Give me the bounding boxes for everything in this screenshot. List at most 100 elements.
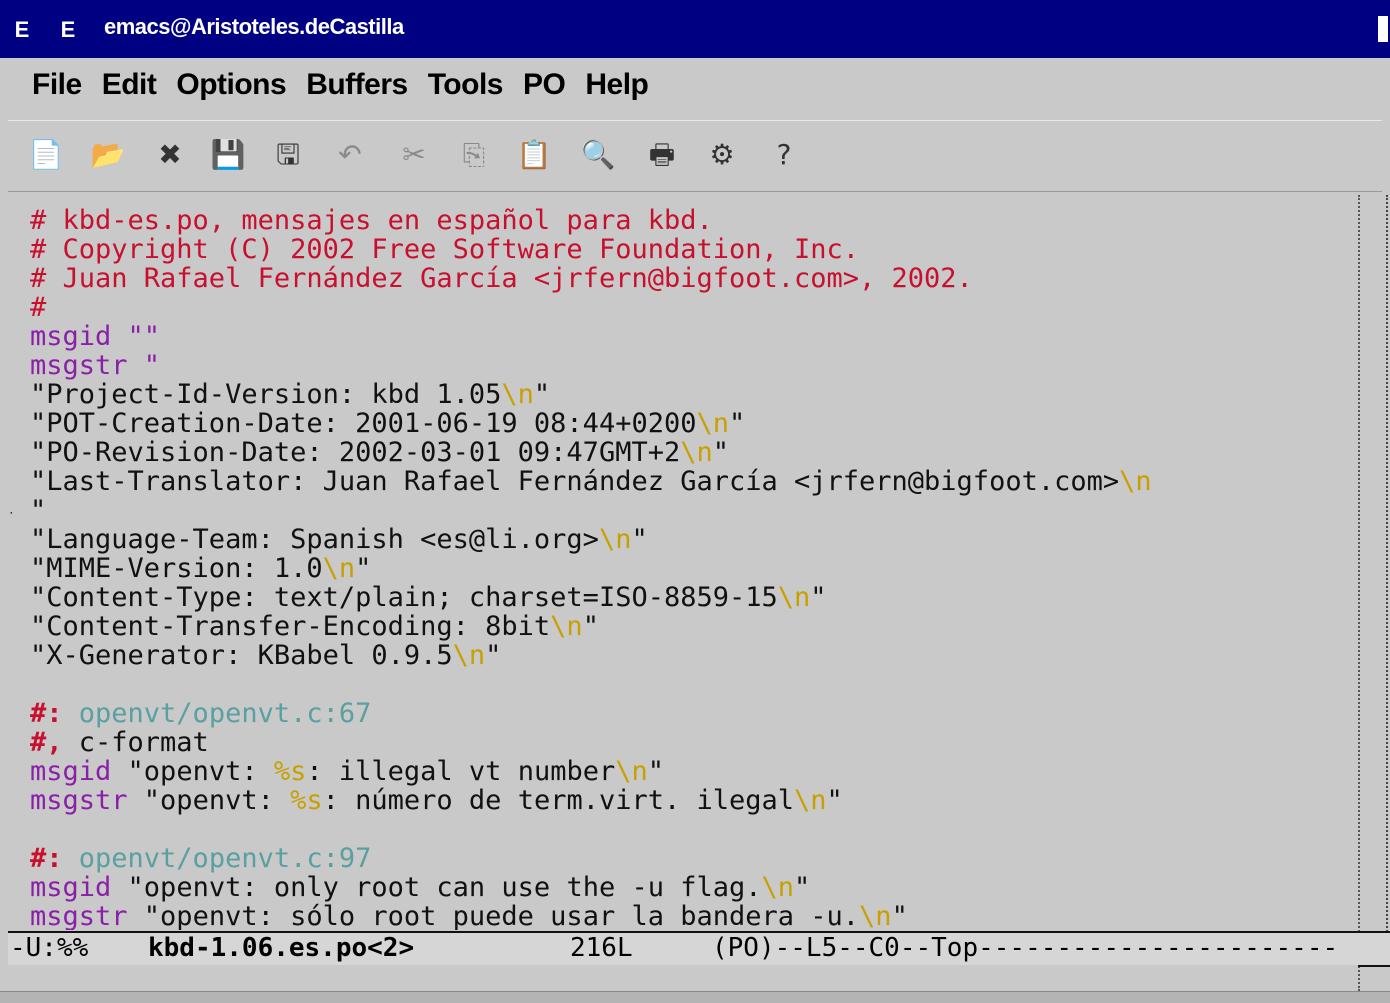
- copy-icon[interactable]: ⎘: [454, 135, 494, 175]
- open-file-icon[interactable]: 📄: [26, 135, 66, 175]
- buffer-text: # kbd-es.po, mensajes en español para kb…: [30, 205, 713, 236]
- window-e-button[interactable]: E: [54, 16, 82, 44]
- buffer-text: "openvt:: [127, 756, 274, 787]
- buffer-text: # Copyright (C) 2002 Free Software Found…: [30, 234, 860, 265]
- buffer-text: "Content-Transfer-Encoding: 8bit: [30, 611, 551, 642]
- buffer-line: msgid "openvt: only root can use the -u …: [30, 873, 810, 902]
- paste-icon[interactable]: 📋: [514, 135, 554, 175]
- buffer-text: \n: [550, 611, 583, 642]
- menu-buffers[interactable]: Buffers: [306, 68, 408, 102]
- menu-po[interactable]: PO: [523, 68, 566, 102]
- buffer-text: msgstr ": [30, 350, 161, 381]
- buffer-line: #: openvt/openvt.c:67: [30, 699, 371, 728]
- buffer-text: ": [631, 524, 648, 555]
- vertical-scrollbar[interactable]: [1358, 195, 1388, 991]
- buffer-text: "Language-Team: Spanish <es@li.org>: [30, 524, 599, 555]
- help-icon[interactable]: ?: [764, 135, 804, 175]
- horizontal-scrollbar[interactable]: [0, 991, 1390, 1003]
- buffer-text: # Juan Rafael Fernández García <jrfern@b…: [30, 263, 973, 294]
- buffer-text: \n: [1119, 466, 1152, 497]
- buffer-text: "Project-Id-Version: kbd 1.05: [30, 379, 502, 410]
- buffer-line: "Project-Id-Version: kbd 1.05\n": [30, 380, 550, 409]
- buffer-text: ": [582, 611, 599, 642]
- print-icon[interactable]: 🖶: [642, 135, 682, 175]
- buffer-line: # kbd-es.po, mensajes en español para kb…: [30, 206, 713, 235]
- close-icon[interactable]: ✖: [150, 135, 190, 175]
- buffer-text: \n: [761, 872, 795, 903]
- menu-file[interactable]: File: [32, 68, 82, 102]
- buffer-text: #:: [30, 698, 63, 729]
- menu-edit[interactable]: Edit: [102, 68, 157, 102]
- buffer-text: ": [891, 901, 908, 930]
- buffer-text: \n: [452, 640, 486, 671]
- buffer-line: "Language-Team: Spanish <es@li.org>\n": [30, 525, 648, 554]
- save-icon[interactable]: 💾: [208, 135, 248, 175]
- buffer-text: \n: [859, 901, 892, 930]
- buffer-text: \n: [680, 437, 713, 468]
- buffer-text: "openvt: only root can use the -u flag.: [127, 872, 762, 903]
- buffer-line: msgstr "openvt: %s: número de term.virt.…: [30, 786, 843, 815]
- buffer-text: ": [647, 756, 665, 787]
- buffer-text: "Content-Type: text/plain; charset=ISO-8…: [30, 582, 778, 613]
- buffer-text: msgid: [30, 872, 128, 903]
- buffer-text: : número de term.virt. ilegal: [322, 785, 795, 816]
- menu-options[interactable]: Options: [176, 68, 286, 102]
- tool-bar: 📄 📂 ✖ 💾 🖫 ↶ ✂ ⎘ 📋 🔍 🖶 ⚙?: [8, 120, 1382, 192]
- buffer-text: \n: [322, 553, 356, 584]
- buffer-text: \n: [794, 785, 827, 816]
- menu-help[interactable]: Help: [585, 68, 649, 102]
- buffer-line: "X-Generator: KBabel 0.9.5\n": [30, 641, 501, 670]
- buffer-text: openvt/openvt.c:97: [62, 843, 372, 874]
- buffer-text: %s: [290, 785, 323, 816]
- buffer-text: ": [30, 495, 47, 526]
- buffer-text: #,: [30, 727, 63, 758]
- search-icon[interactable]: 🔍: [578, 135, 618, 175]
- buffer-text: ": [355, 553, 372, 584]
- buffer-text: "openvt: sólo root puede usar la bandera…: [143, 901, 860, 930]
- buffer-line: #, c-format: [30, 728, 209, 757]
- buffer-text: msgstr: [30, 785, 144, 816]
- mode-line-stats: 216L: [570, 933, 633, 963]
- title-bar: E E emacs@Aristoteles.deCastilla: [0, 0, 1390, 58]
- buffer-text: "MIME-Version: 1.0: [30, 553, 323, 584]
- buffer-line: "Content-Transfer-Encoding: 8bit\n": [30, 612, 599, 641]
- buffer-text: "openvt:: [143, 785, 291, 816]
- buffer-text: ": [826, 785, 843, 816]
- buffer-text: "Last-Translator: Juan Rafael Fernández …: [30, 466, 1120, 497]
- buffer-line: "MIME-Version: 1.0\n": [30, 554, 371, 583]
- cut-icon[interactable]: ✂: [394, 135, 434, 175]
- buffer-text: #: [30, 292, 47, 323]
- window-menu-icon[interactable]: E: [8, 16, 36, 44]
- buffer-text: openvt/openvt.c:67: [62, 698, 372, 729]
- open-dir-icon[interactable]: 📂: [88, 135, 128, 175]
- buffer-line: msgid "openvt: %s: illegal vt number\n": [30, 757, 664, 786]
- menu-bar: File Edit Options Buffers Tools PO Help: [8, 58, 1382, 121]
- buffer-text: c-format: [62, 727, 209, 758]
- buffer-text: \n: [696, 408, 729, 439]
- buffer-text: ": [533, 379, 551, 410]
- buffer-line: msgstr ": [30, 351, 160, 380]
- editor-buffer[interactable]: # kbd-es.po, mensajes en español para kb…: [12, 192, 1357, 930]
- scrollbar-thumb[interactable]: [1360, 195, 1388, 935]
- save-as-icon[interactable]: 🖫: [268, 135, 308, 175]
- window-edge-marker: [1378, 16, 1388, 42]
- mode-line-buffer-name[interactable]: kbd-1.06.es.po<2>: [148, 933, 414, 963]
- minibuffer[interactable]: [8, 965, 1358, 991]
- buffer-text: ": [712, 437, 729, 468]
- window-title: emacs@Aristoteles.deCastilla: [104, 14, 404, 39]
- buffer-text: ": [729, 408, 746, 439]
- buffer-line: # Copyright (C) 2002 Free Software Found…: [30, 235, 859, 264]
- buffer-text: \n: [615, 756, 648, 787]
- buffer-text: "PO-Revision-Date: 2002-03-01 09:47GMT+2: [30, 437, 681, 468]
- buffer-text: \n: [598, 524, 632, 555]
- buffer-text: ": [794, 872, 811, 903]
- buffer-text: #:: [30, 843, 63, 874]
- customize-icon[interactable]: ⚙: [702, 135, 742, 175]
- buffer-line: #: openvt/openvt.c:97: [30, 844, 371, 873]
- buffer-line: "Content-Type: text/plain; charset=ISO-8…: [30, 583, 827, 612]
- buffer-line: msgid "": [30, 322, 160, 351]
- buffer-text: \n: [501, 379, 534, 410]
- buffer-line: "POT-Creation-Date: 2001-06-19 08:44+020…: [30, 409, 745, 438]
- menu-tools[interactable]: Tools: [428, 68, 504, 102]
- undo-icon[interactable]: ↶: [330, 135, 370, 175]
